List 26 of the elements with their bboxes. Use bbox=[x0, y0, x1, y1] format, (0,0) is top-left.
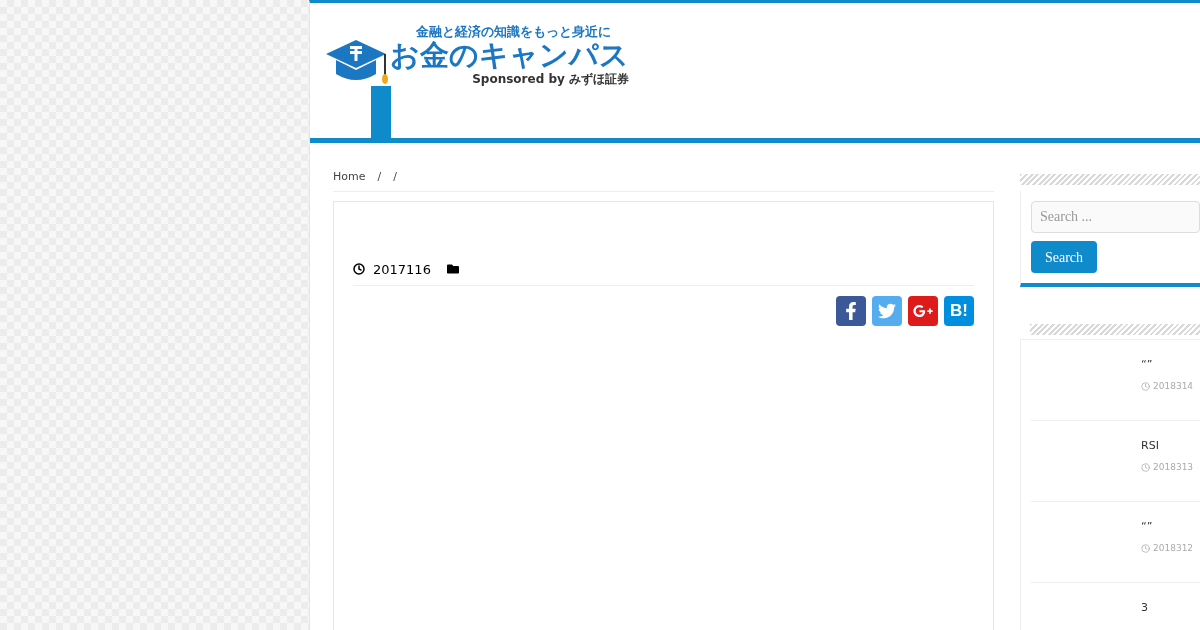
clock-icon bbox=[1141, 543, 1150, 553]
hatena-bookmark-button[interactable]: B! bbox=[944, 296, 974, 326]
clock-icon bbox=[1141, 462, 1150, 472]
recent-post-date: 2018313 bbox=[1153, 460, 1194, 474]
facebook-share-button[interactable] bbox=[836, 296, 866, 326]
search-button[interactable]: Search bbox=[1031, 241, 1097, 273]
recent-post-title[interactable]: 3 bbox=[1141, 600, 1200, 617]
breadcrumb-separator: / bbox=[377, 169, 382, 185]
twitter-bird-icon bbox=[878, 302, 896, 320]
clock-icon bbox=[1141, 381, 1150, 391]
breadcrumb-separator: / bbox=[393, 169, 397, 185]
breadcrumb-link[interactable]: Home bbox=[333, 169, 366, 186]
google-plus-share-button[interactable] bbox=[908, 296, 938, 326]
graduation-cap-icon bbox=[324, 38, 388, 86]
post-date: 2017116 bbox=[373, 260, 431, 279]
logo-tagline: 金融と経済の知識をもっと身近に bbox=[416, 25, 611, 38]
logo-wordmark: お金のキャンパス bbox=[390, 38, 629, 72]
recent-post-date: 2018312 bbox=[1153, 541, 1194, 555]
clock-icon bbox=[353, 263, 365, 276]
search-field[interactable]: Search ... bbox=[1031, 201, 1200, 233]
recent-post-date: 2018314 bbox=[1153, 379, 1194, 393]
recent-post-title[interactable]: “” bbox=[1141, 357, 1200, 374]
recent-post-title[interactable]: RSI bbox=[1141, 438, 1200, 455]
folder-icon bbox=[446, 263, 459, 276]
logo-sponsor: Sponsored by みずほ証券 bbox=[472, 72, 629, 86]
recent-post-title[interactable]: “” bbox=[1141, 519, 1200, 536]
